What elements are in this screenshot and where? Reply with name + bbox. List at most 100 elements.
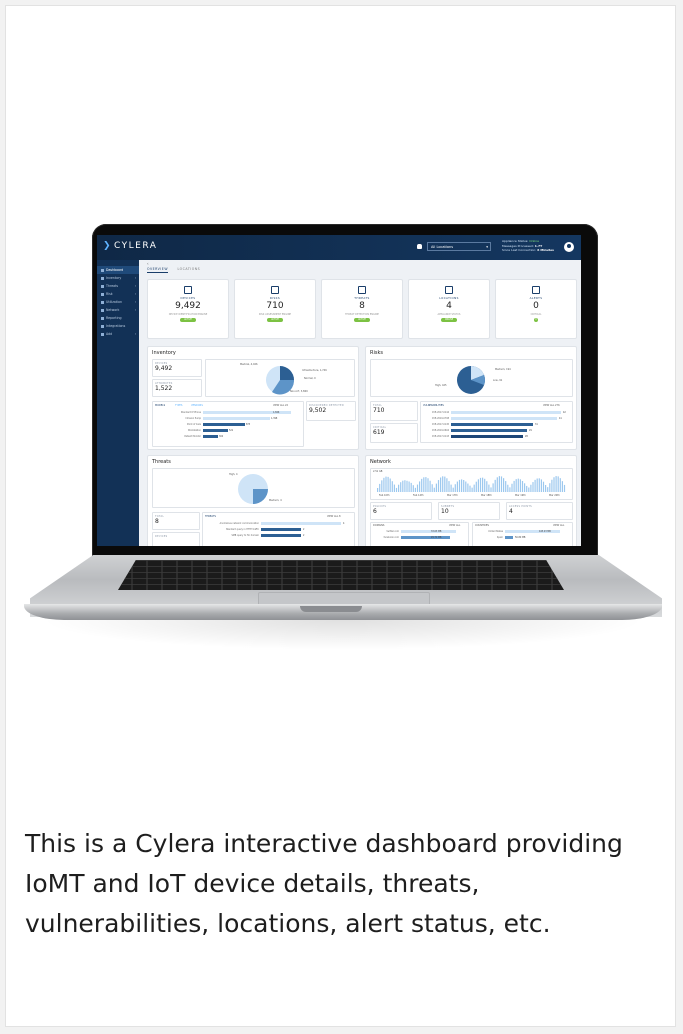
summary-label: ALERTS	[529, 296, 543, 300]
summary-card-alerts[interactable]: ALERTS 0 CRITICAL 0	[495, 279, 577, 339]
traffic-bar	[521, 480, 524, 492]
bar-label: Standard query in HTTP traffic	[225, 527, 259, 531]
tab-models[interactable]: MODELS	[155, 404, 165, 407]
traffic-bar	[507, 484, 509, 492]
summary-card-devices[interactable]: DEVICES 9,492 DEVICE IDENTIFICATION ENGI…	[147, 279, 229, 339]
bar-row[interactable]: Spain 56.80 MB	[497, 536, 560, 539]
user-avatar[interactable]	[564, 242, 574, 252]
pie-slice-medium[interactable]	[253, 489, 268, 504]
tab-locations[interactable]: LOCATIONS	[178, 267, 201, 271]
back-chevron-icon[interactable]: ‹	[147, 261, 149, 266]
bar-value: 41	[559, 416, 562, 420]
sidebar-item-utilization[interactable]: Utilization ›	[97, 298, 139, 306]
bar-row[interactable]: CVE-2017-0145 31	[432, 423, 561, 426]
bar-row[interactable]: Patient Monitor 302	[184, 435, 293, 438]
view-all-link[interactable]: VIEW ALL	[553, 524, 564, 527]
traffic-bar	[398, 484, 400, 492]
bar-row[interactable]: Standard IP Phone 1,846	[181, 411, 293, 414]
bar-row[interactable]: Workstation 521	[188, 429, 293, 432]
subnets-box[interactable]: SUBNETS 10	[438, 502, 500, 520]
tab-vulnerabilities[interactable]: VULNERABILITIES	[423, 404, 444, 407]
bar-row[interactable]: United States 445.23 MB	[488, 529, 560, 533]
sidebar-item-network[interactable]: Network ›	[97, 306, 139, 314]
sidebar-item-integrations[interactable]: Integrations	[97, 322, 139, 330]
traffic-chart	[377, 476, 566, 492]
pie-slice-infrastructure[interactable]	[280, 366, 294, 380]
policies-box[interactable]: POLICIES 6	[370, 502, 432, 520]
discovered-value: 9,502	[309, 407, 327, 414]
bar-fill	[505, 530, 560, 533]
traffic-bar	[421, 478, 423, 492]
traffic-bar	[400, 482, 402, 492]
traffic-bar	[412, 485, 414, 492]
attributes-box[interactable]: ATTRIBUTES 1,522	[152, 379, 202, 397]
traffic-bar	[467, 483, 469, 492]
bar-row[interactable]: CVE-2017-0144 42	[432, 411, 566, 414]
tab-overview[interactable]: OVERVIEW	[147, 267, 168, 273]
chevron-right-icon: ›	[134, 300, 136, 304]
risk-critical-value: 619	[373, 429, 385, 436]
traffic-bar	[553, 477, 555, 492]
threat-total-box[interactable]: TOTAL 8	[152, 512, 200, 530]
cylera-logo[interactable]: ❯ CYLERA	[103, 241, 157, 251]
domains-box: DOMAINS VIEW ALL twitter.com 33.63 MB fac…	[370, 522, 469, 546]
view-all-link[interactable]: VIEW ALL	[449, 524, 460, 527]
tab-vendors[interactable]: VENDORS	[191, 404, 203, 407]
devices-box[interactable]: DEVICES 9,492	[152, 359, 202, 377]
traffic-bar	[450, 484, 452, 492]
traffic-bar	[425, 477, 427, 492]
notifications-bell-icon[interactable]	[417, 244, 422, 249]
tab-types[interactable]: TYPES	[175, 404, 182, 407]
bar-row[interactable]: twitter.com 33.63 MB	[387, 530, 456, 533]
traffic-bar	[549, 483, 551, 492]
sidebar-item-reporting[interactable]: Reporting	[97, 314, 139, 322]
sidebar-item-dashboard[interactable]: Dashboard	[97, 266, 139, 274]
bar-row[interactable]: Infusion Pump 1,398	[185, 417, 293, 420]
threat-devices-box[interactable]: DEVICES	[152, 532, 200, 546]
discovered-box[interactable]: DISCOVERED DETECTED 9,502	[306, 401, 356, 421]
pie-label: High, 4	[229, 473, 238, 476]
sidebar-item-inventory[interactable]: Inventory ›	[97, 274, 139, 282]
bar-row[interactable]: Anomalous network communication 4	[220, 522, 344, 525]
view-all-link[interactable]: VIEW ALL 8	[327, 515, 341, 518]
access-points-box[interactable]: ACCESS POINTS 4	[506, 502, 573, 520]
bar-value: 873	[246, 422, 251, 426]
bar-row[interactable]: SMB query to Tor domain 2	[232, 534, 341, 537]
bar-row[interactable]: Standard query in HTTP traffic 2	[226, 528, 341, 531]
domains-label: DOMAINS	[373, 524, 385, 527]
summary-card-locations[interactable]: LOCATIONS 4 APPLIANCE STATUS ONLINE	[408, 279, 490, 339]
traffic-bar	[387, 476, 389, 492]
risk-total-box[interactable]: TOTAL 710	[370, 401, 418, 421]
summary-sub: RISK ASSESSMENT ENGINE	[258, 313, 292, 316]
traffic-bar	[389, 478, 391, 492]
bar-fill	[203, 435, 218, 438]
tab-threats[interactable]: THREATS	[205, 515, 216, 518]
bar-row[interactable]: Point of Care 873	[187, 422, 293, 426]
bar-row[interactable]: CVE-2019-0604 29	[432, 429, 561, 432]
status-badge: ONLINE	[440, 318, 458, 322]
location-select[interactable]: All Locations ▾	[427, 242, 491, 251]
bar-fill	[451, 417, 557, 420]
keyboard-rows	[118, 560, 564, 590]
bar-row[interactable]: CVE-2017-0143 28	[432, 435, 561, 438]
location-select-value: All Locations	[431, 245, 454, 249]
summary-card-threats[interactable]: THREATS 8 THREAT DETECTION ENGINE ACTIVE	[321, 279, 403, 339]
status-value: Online	[529, 239, 539, 243]
traffic-bar	[423, 477, 425, 492]
view-all-link[interactable]: VIEW ALL 276	[543, 404, 560, 407]
bar-row[interactable]: facebook.com 29.71 MB	[384, 536, 456, 539]
bar-row[interactable]: CVE-2019-0708 41	[432, 416, 562, 420]
traffic-bar	[492, 483, 494, 492]
view-all-link[interactable]: VIEW ALL 22	[273, 404, 288, 407]
sidebar-item-threats[interactable]: Threats ›	[97, 282, 139, 290]
traffic-bar	[427, 478, 429, 492]
summary-card-risks[interactable]: RISKS 710 RISK ASSESSMENT ENGINE ACTIVE	[234, 279, 316, 339]
risk-critical-box[interactable]: CRITICAL 619	[370, 423, 418, 443]
traffic-bar	[383, 477, 385, 492]
summary-value: 9,492	[175, 301, 201, 311]
bar-value: 445.23 MB	[539, 529, 551, 533]
sidebar-item-add[interactable]: Add ›	[97, 330, 139, 338]
traffic-bar	[471, 487, 473, 492]
sidebar-item-risk[interactable]: Risk ›	[97, 290, 139, 298]
traffic-bar	[479, 477, 482, 492]
